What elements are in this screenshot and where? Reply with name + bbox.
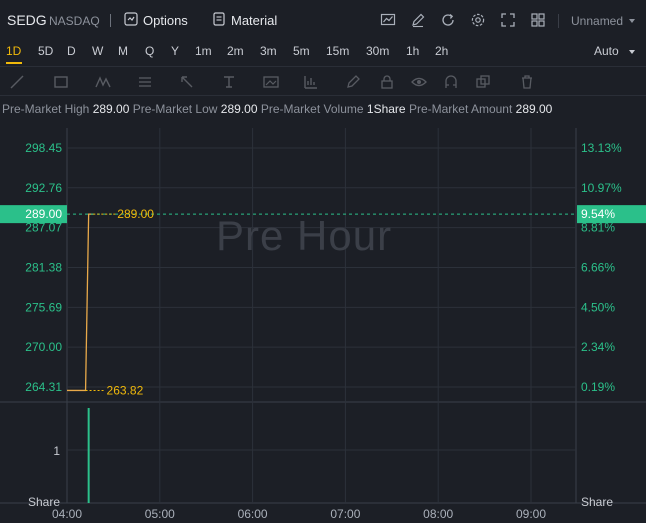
trend-line-icon[interactable] — [8, 73, 26, 91]
time-axis-label: 04:00 — [52, 507, 82, 521]
last-percent-tag-label: 9.54% — [581, 207, 615, 221]
chevron-down-icon — [629, 19, 635, 23]
price-chart[interactable]: 298.45 13.13%292.76 10.97%287.07 8.81%281.3… — [0, 128, 646, 523]
price-line — [67, 213, 94, 392]
timeframe-tab-5d[interactable]: 5D — [38, 44, 53, 58]
timeframe-tab-1m[interactable]: 1m — [195, 44, 212, 58]
last-price-tag-label: 289.00 — [25, 207, 62, 221]
time-axis-label: 08:00 — [423, 507, 453, 521]
trash-icon[interactable] — [518, 73, 536, 91]
timeframe-tab-3m[interactable]: 3m — [260, 44, 277, 58]
pre-market-summary: Pre-Market High 289.00 Pre-Market Low 28… — [2, 102, 552, 116]
exchange-label: NASDAQ — [49, 14, 100, 28]
timeframe-tab-1d[interactable]: 1D — [6, 44, 21, 58]
material-label: Material — [231, 12, 278, 28]
options-icon — [124, 11, 138, 29]
time-axis-label: 05:00 — [145, 507, 175, 521]
timeframe-tab-15m[interactable]: 15m — [326, 44, 349, 58]
percent-axis-label: 4.50% — [581, 300, 615, 314]
image-tool-icon[interactable] — [262, 73, 280, 91]
divider — [558, 14, 559, 28]
arrow-tool-icon[interactable] — [178, 73, 196, 91]
pre-market-low-label: Pre-Market Low — [132, 102, 218, 116]
percent-axis-label: 0.19% — [581, 380, 615, 394]
timeframe-tab-y[interactable]: Y — [171, 44, 179, 58]
text-tool-icon[interactable] — [220, 73, 238, 91]
timeframe-tab-2m[interactable]: 2m — [227, 44, 244, 58]
timeframe-tab-1h[interactable]: 1h — [406, 44, 419, 58]
timeframe-tab-2h[interactable]: 2h — [435, 44, 448, 58]
price-axis-label: 298.45 — [25, 141, 62, 155]
settings-gear-icon[interactable] — [470, 12, 486, 28]
chart-indicator-icon[interactable] — [380, 12, 396, 28]
high-marker-label: 289.00 — [117, 207, 154, 221]
fibonacci-tool-icon[interactable] — [136, 73, 154, 91]
magnet-icon[interactable] — [442, 73, 460, 91]
pre-market-volume-label: Pre-Market Volume — [260, 102, 364, 116]
pre-market-volume-value: 1Share — [366, 102, 406, 116]
drawing-toolbar — [0, 66, 646, 96]
timeframe-tab-w[interactable]: W — [92, 44, 103, 58]
percent-axis-label: 6.66% — [581, 260, 615, 274]
timeframe-tab-5m[interactable]: 5m — [293, 44, 310, 58]
timeframe-bar: 1D 5D D W M Q Y 1m 2m 3m 5m 15m 30m 1h 2h — [0, 40, 646, 64]
percent-axis-label: 10.97% — [581, 181, 622, 195]
material-icon — [212, 11, 226, 29]
time-axis-label: 07:00 — [330, 507, 360, 521]
lock-drawings-icon[interactable] — [378, 73, 396, 91]
symbol-ticker[interactable]: SEDG — [7, 12, 47, 28]
layout-name-dropdown[interactable]: Unnamed — [571, 14, 623, 28]
time-axis-label: 09:00 — [516, 507, 546, 521]
price-axis-label: 281.38 — [25, 260, 62, 274]
pattern-tool-icon[interactable] — [94, 73, 112, 91]
measure-tool-icon[interactable] — [302, 73, 320, 91]
price-axis-label: 275.69 — [25, 300, 62, 314]
volume-unit-right: Share — [581, 495, 613, 509]
rectangle-tool-icon[interactable] — [52, 73, 70, 91]
percent-axis-label: 2.34% — [581, 340, 615, 354]
pre-market-high-label: Pre-Market High — [2, 102, 90, 116]
price-axis-label: 264.31 — [25, 380, 62, 394]
clone-tool-icon[interactable] — [474, 73, 492, 91]
timeframe-tab-m[interactable]: M — [118, 44, 128, 58]
draw-pencil-icon[interactable] — [410, 12, 426, 28]
pre-market-high-value: 289.00 — [92, 102, 130, 116]
scale-mode-dropdown[interactable]: Auto — [594, 44, 619, 58]
low-marker-label: 263.82 — [107, 383, 144, 397]
visibility-eye-icon[interactable] — [410, 73, 428, 91]
time-axis-label: 06:00 — [238, 507, 268, 521]
timeframe-tab-d[interactable]: D — [67, 44, 76, 58]
material-button[interactable]: Material — [212, 10, 277, 30]
timeframe-tab-q[interactable]: Q — [145, 44, 154, 58]
top-bar: SEDG NASDAQ Options Material Unnamed — [0, 0, 646, 40]
volume-unit-left: Share — [28, 495, 60, 509]
layout-grid-icon[interactable] — [530, 12, 546, 28]
pre-market-low-value: 289.00 — [220, 102, 258, 116]
price-axis-label: 292.76 — [25, 181, 62, 195]
timeframe-tab-30m[interactable]: 30m — [366, 44, 389, 58]
pre-market-amount-label: Pre-Market Amount — [408, 102, 513, 116]
session-watermark: Pre Hour — [216, 212, 393, 259]
options-label: Options — [143, 12, 188, 28]
chevron-down-icon — [629, 50, 635, 54]
percent-axis-label: 13.13% — [581, 141, 622, 155]
options-button[interactable]: Options — [124, 10, 188, 30]
volume-bar — [87, 408, 90, 503]
fullscreen-icon[interactable] — [500, 12, 516, 28]
divider — [110, 14, 111, 27]
active-timeframe-indicator — [6, 62, 22, 64]
volume-axis-label: 1 — [53, 444, 60, 458]
refresh-icon[interactable] — [440, 12, 456, 28]
brush-tool-icon[interactable] — [344, 73, 362, 91]
price-axis-label: 270.00 — [25, 340, 62, 354]
pre-market-amount-value: 289.00 — [515, 102, 553, 116]
